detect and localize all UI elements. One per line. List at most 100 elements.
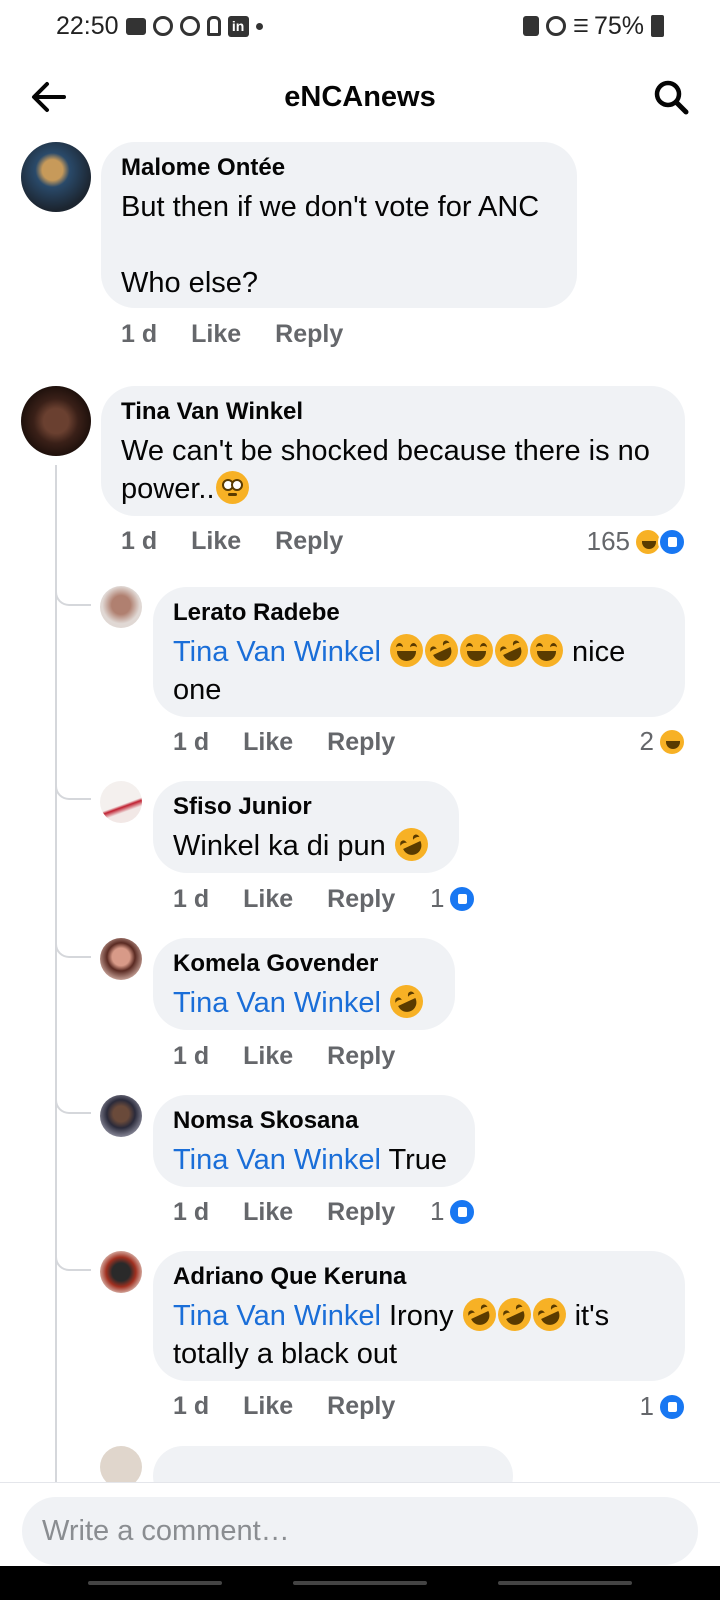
arrow-left-icon: [32, 82, 66, 112]
avatar[interactable]: [100, 1251, 142, 1293]
like-reaction-icon: [448, 1197, 477, 1226]
reply-text: Tina Van Winkel nice one: [173, 628, 665, 709]
reaction-summary[interactable]: 2: [640, 726, 686, 757]
avatar[interactable]: [100, 1446, 142, 1482]
thread-connector: [55, 1096, 91, 1114]
reply-text: Winkel ka di pun: [173, 822, 439, 867]
reply-text: Tina Van Winkel: [173, 979, 435, 1024]
home-button[interactable]: [293, 1581, 427, 1585]
sync-icon-2: [179, 16, 200, 36]
grin-emoji-icon: [529, 634, 563, 667]
rofl-emoji-icon: [492, 1292, 536, 1337]
reply-author[interactable]: Komela Govender: [173, 950, 435, 978]
like-button[interactable]: Like: [191, 320, 241, 349]
comment-input[interactable]: [22, 1497, 698, 1565]
reply-button[interactable]: Reply: [275, 527, 343, 556]
reply-time: 1 d: [173, 1198, 210, 1226]
recents-button[interactable]: [88, 1581, 222, 1585]
reply-bubble: Lerato Radebe Tina Van Winkel nice one: [153, 587, 685, 717]
comment-text-content: We can't be shocked because there is no …: [121, 435, 659, 505]
avatar[interactable]: [100, 938, 142, 980]
battery-percent: 75%: [593, 11, 644, 40]
reply-actions: 1 d Like Reply: [173, 1392, 395, 1421]
reply-bubble: Adriano Que Keruna Tina Van Winkel Irony…: [153, 1251, 685, 1381]
like-button[interactable]: Like: [243, 885, 293, 914]
avatar[interactable]: [100, 781, 142, 823]
rofl-emoji-icon: [419, 628, 464, 673]
reply-button[interactable]: Reply: [327, 1042, 395, 1071]
reply-time: 1 d: [173, 885, 210, 913]
reply-button[interactable]: Reply: [327, 728, 395, 757]
reply-text-content: Irony: [388, 1300, 454, 1332]
lock-icon: [522, 16, 539, 36]
thread-line: [55, 465, 57, 1482]
thread-connector: [55, 1253, 91, 1271]
like-button[interactable]: Like: [243, 1392, 293, 1421]
reply-bubble: Komela Govender Tina Van Winkel: [153, 938, 455, 1030]
app-header: eNCAnews: [0, 60, 720, 134]
back-button[interactable]: [28, 76, 70, 118]
reply-author[interactable]: Nomsa Skosana: [173, 1107, 455, 1135]
like-button[interactable]: Like: [243, 1042, 293, 1071]
reply-text-content: Winkel ka di pun: [173, 830, 386, 862]
comment-text: But then if we don't vote for ANC Who el…: [121, 191, 540, 299]
reply-author[interactable]: Lerato Radebe: [173, 599, 665, 627]
thread-connector: [55, 782, 91, 800]
comment-author[interactable]: Tina Van Winkel: [121, 398, 665, 426]
avatar[interactable]: [100, 586, 142, 628]
reply-author[interactable]: Adriano Que Keruna: [173, 1263, 665, 1291]
rofl-emoji-icon: [389, 822, 434, 867]
reply-bubble: Sfiso Junior Winkel ka di pun: [153, 781, 459, 873]
like-button[interactable]: Like: [243, 728, 293, 757]
reply-actions: 1 d Like Reply: [173, 1042, 395, 1071]
reply-button[interactable]: Reply: [275, 320, 343, 349]
search-button[interactable]: [650, 76, 692, 118]
reaction-summary[interactable]: 1: [430, 883, 477, 914]
message-icon: [125, 17, 146, 35]
haha-reaction-icon: [658, 727, 686, 756]
reply-text: Tina Van Winkel True: [173, 1141, 455, 1179]
comment-text: We can't be shocked because there is no …: [121, 432, 665, 508]
reaction-summary[interactable]: 1: [430, 1196, 477, 1227]
status-time: 22:50: [56, 11, 119, 40]
rofl-emoji-icon: [457, 1292, 501, 1337]
like-reaction-icon: [448, 884, 477, 913]
more-notifications-dot-icon: [255, 22, 263, 30]
reply-actions: 1 d Like Reply: [173, 1198, 395, 1227]
comment-composer: [0, 1482, 720, 1565]
rofl-emoji-icon: [489, 628, 534, 673]
comments-list[interactable]: Malome Ontée But then if we don't vote f…: [0, 140, 720, 1482]
reaction-summary[interactable]: 1: [640, 1391, 686, 1422]
rofl-emoji-icon: [384, 979, 429, 1024]
reaction-summary[interactable]: 165: [587, 526, 686, 557]
reply-time: 1 d: [173, 1392, 210, 1420]
comment-time: 1 d: [121, 320, 158, 348]
reaction-count: 2: [639, 726, 654, 756]
linkedin-icon: in: [227, 15, 249, 37]
back-nav-button[interactable]: [498, 1581, 632, 1585]
grin-emoji-icon: [459, 634, 493, 667]
comment-time: 1 d: [121, 527, 158, 555]
mention-link[interactable]: Tina Van Winkel: [173, 1300, 381, 1332]
like-button[interactable]: Like: [243, 1198, 293, 1227]
like-button[interactable]: Like: [191, 527, 241, 556]
status-left: 22:50 in: [56, 12, 263, 41]
mention-link[interactable]: Tina Van Winkel: [173, 1144, 381, 1176]
alarm-icon: [545, 16, 566, 36]
avatar[interactable]: [21, 142, 91, 212]
reply-button[interactable]: Reply: [327, 1198, 395, 1227]
avatar[interactable]: [21, 386, 91, 456]
reply-button[interactable]: Reply: [327, 885, 395, 914]
mention-link[interactable]: Tina Van Winkel: [173, 636, 381, 668]
status-right: ☰ 75%: [522, 11, 664, 41]
status-bar: 22:50 in ☰ 75%: [0, 0, 720, 52]
comment-author[interactable]: Malome Ontée: [121, 154, 557, 182]
reply-author[interactable]: Sfiso Junior: [173, 793, 439, 821]
mention-link[interactable]: Tina Van Winkel: [173, 987, 381, 1019]
battery-icon: [651, 15, 664, 37]
reply-button[interactable]: Reply: [327, 1392, 395, 1421]
vpn-key-icon: [206, 16, 221, 36]
comment-actions: 1 d Like Reply: [121, 320, 343, 349]
avatar[interactable]: [100, 1095, 142, 1137]
reply-text: Tina Van Winkel Irony it's totally a bla…: [173, 1292, 665, 1373]
